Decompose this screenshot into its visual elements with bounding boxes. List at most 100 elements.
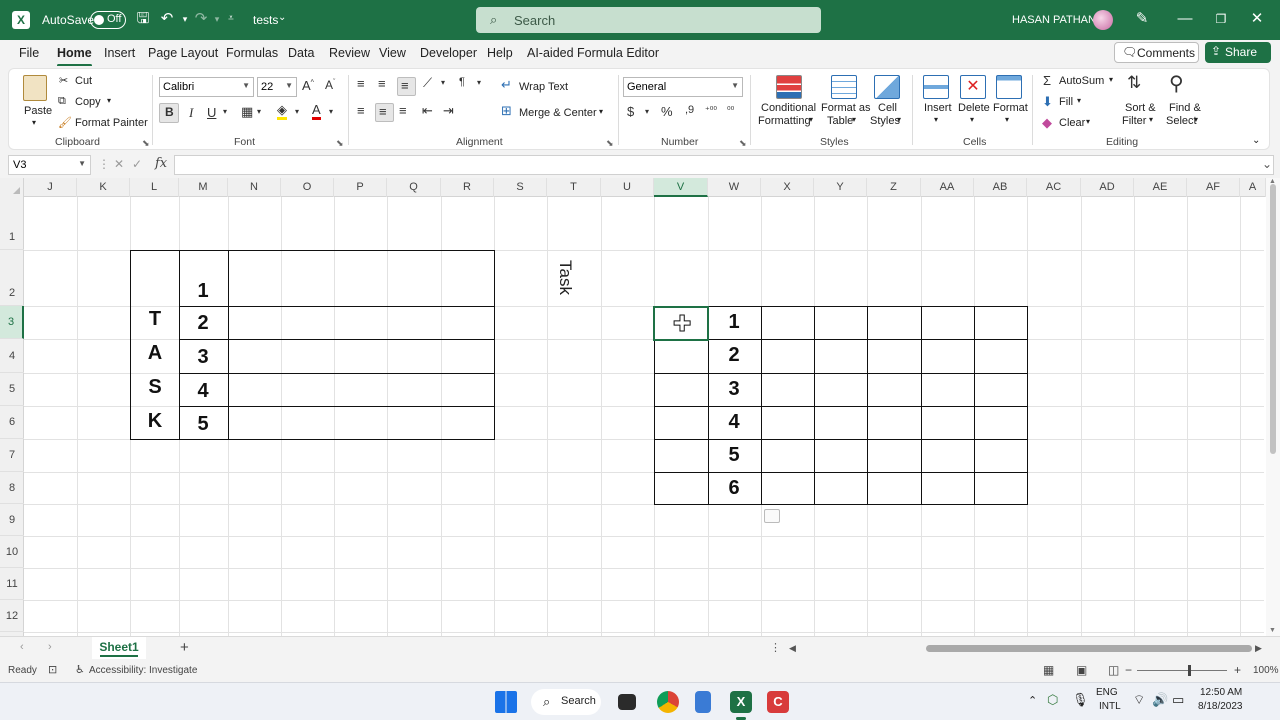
table-cell[interactable]: [228, 306, 495, 340]
paste-label[interactable]: Paste: [24, 105, 52, 117]
table-cell[interactable]: [761, 373, 815, 407]
column-header[interactable]: K: [77, 178, 130, 197]
add-sheet-icon[interactable]: +: [180, 639, 189, 656]
find-select-label-2[interactable]: Select: [1166, 115, 1197, 127]
orientation-dropdown-icon[interactable]: ▾: [441, 78, 445, 87]
chrome-icon[interactable]: [657, 691, 679, 713]
font-color-dropdown-icon[interactable]: ▾: [329, 107, 333, 116]
windows-start-icon[interactable]: [495, 691, 517, 713]
column-header[interactable]: T: [547, 178, 601, 197]
table-cell[interactable]: [921, 306, 975, 340]
fill-icon[interactable]: ⬇: [1042, 94, 1053, 110]
table-cell[interactable]: [228, 339, 495, 374]
save-icon[interactable]: 🖫: [134, 10, 152, 28]
tab-data[interactable]: Data: [288, 46, 314, 60]
underline-dropdown-icon[interactable]: ▾: [223, 107, 227, 116]
page-layout-view-icon[interactable]: ▣: [1076, 663, 1087, 677]
column-header[interactable]: AF: [1187, 178, 1240, 197]
bold-button[interactable]: B: [159, 103, 179, 123]
column-header[interactable]: N: [228, 178, 281, 197]
scroll-thumb[interactable]: [1270, 184, 1276, 454]
table-cell[interactable]: [654, 373, 709, 407]
table-cell[interactable]: [228, 406, 495, 440]
cell-styles-label-1[interactable]: Cell: [878, 102, 897, 114]
find-select-label-1[interactable]: Find &: [1169, 102, 1201, 114]
insert-cells-icon[interactable]: [923, 75, 949, 99]
table-cell[interactable]: [974, 373, 1028, 407]
column-header[interactable]: Q: [387, 178, 441, 197]
enter-icon[interactable]: ✓: [132, 157, 142, 171]
copy-button[interactable]: Copy: [75, 96, 101, 108]
table-cell[interactable]: [761, 439, 815, 473]
zoom-in-icon[interactable]: +: [1234, 663, 1241, 677]
undo-icon[interactable]: ↶: [158, 10, 176, 28]
align-top-icon[interactable]: ≡: [357, 76, 365, 91]
accessibility-status[interactable]: Accessibility: Investigate: [89, 665, 197, 676]
column-header[interactable]: P: [334, 178, 387, 197]
fill-dropdown-icon[interactable]: ▾: [1077, 96, 1081, 105]
language-2[interactable]: INTL: [1099, 701, 1121, 712]
table-cell[interactable]: [814, 439, 868, 473]
clipboard-launcher-icon[interactable]: ⬊: [142, 138, 150, 149]
table-cell[interactable]: [974, 472, 1028, 505]
collapse-ribbon-icon[interactable]: ⌄: [1252, 135, 1260, 146]
file-explorer-icon[interactable]: [618, 694, 636, 710]
table-cell[interactable]: [921, 406, 975, 440]
column-header[interactable]: AA: [921, 178, 974, 197]
tab-home[interactable]: Home: [57, 46, 92, 67]
autosave-toggle[interactable]: Off: [90, 11, 126, 29]
table-cell[interactable]: [654, 406, 709, 440]
font-name-select[interactable]: Calibri ▼: [159, 77, 254, 97]
table-cell[interactable]: [228, 373, 495, 407]
name-box[interactable]: V3 ▼: [8, 155, 91, 175]
column-header[interactable]: Z: [867, 178, 921, 197]
insert-cells-button[interactable]: Insert: [924, 102, 952, 114]
align-left-icon[interactable]: ≡: [357, 103, 365, 118]
autosum-button[interactable]: AutoSum: [1059, 75, 1104, 87]
doc-name-chevron-icon[interactable]: ⌄: [278, 12, 286, 23]
number-format-select[interactable]: General ▼: [623, 77, 743, 97]
column-header[interactable]: J: [24, 178, 77, 197]
user-name[interactable]: HASAN PATHAN: [1012, 14, 1096, 26]
macro-record-icon[interactable]: ⊡: [48, 663, 57, 676]
increase-font-icon[interactable]: A^: [302, 78, 314, 93]
copy-icon[interactable]: ⧉: [58, 95, 66, 108]
expand-formula-icon[interactable]: ⌄: [1262, 157, 1272, 171]
formula-input[interactable]: [174, 155, 1274, 175]
comments-button[interactable]: 🗨 Comments: [1114, 42, 1199, 63]
table-cell[interactable]: [921, 339, 975, 374]
autosum-dropdown-icon[interactable]: ▾: [1109, 75, 1113, 84]
table-cell[interactable]: [867, 472, 922, 505]
eraser-icon[interactable]: ◆: [1042, 115, 1052, 131]
zoom-level[interactable]: 100%: [1253, 665, 1279, 676]
tab-formulas[interactable]: Formulas: [226, 46, 278, 60]
orientation-icon[interactable]: ⟋: [423, 75, 432, 91]
wrap-text-icon[interactable]: ↵: [501, 77, 512, 93]
paste-icon[interactable]: [23, 75, 47, 101]
pen-icon[interactable]: ✎: [1133, 10, 1151, 28]
restore-icon[interactable]: ❐: [1212, 10, 1230, 28]
column-header-selected[interactable]: V: [654, 178, 708, 197]
customize-qat-icon[interactable]: ⩡: [222, 10, 240, 28]
more-options-icon[interactable]: ⋮: [770, 641, 781, 654]
column-header[interactable]: L: [130, 178, 179, 197]
cut-icon[interactable]: ✂: [59, 74, 68, 87]
table-cell[interactable]: [921, 373, 975, 407]
clear-button[interactable]: Clear: [1059, 117, 1085, 129]
table-cell[interactable]: [761, 306, 815, 340]
sort-filter-label-2[interactable]: Filter: [1122, 115, 1146, 127]
excel-taskbar-icon[interactable]: X: [730, 691, 752, 713]
delete-cells-icon[interactable]: ✕: [960, 75, 986, 99]
currency-icon[interactable]: $: [627, 104, 634, 119]
tab-review[interactable]: Review: [329, 46, 370, 60]
table-cell[interactable]: [761, 406, 815, 440]
format-table-dropdown-icon[interactable]: ▾: [852, 115, 856, 124]
row-header[interactable]: 9: [0, 504, 24, 536]
next-sheet-icon[interactable]: ›: [48, 641, 52, 653]
scroll-left-icon[interactable]: ◀: [789, 643, 796, 654]
row-header[interactable]: 1: [0, 197, 24, 250]
table-cell[interactable]: [921, 472, 975, 505]
table-cell[interactable]: [867, 339, 922, 374]
wrap-text-button[interactable]: Wrap Text: [519, 81, 568, 93]
column-header[interactable]: X: [761, 178, 814, 197]
